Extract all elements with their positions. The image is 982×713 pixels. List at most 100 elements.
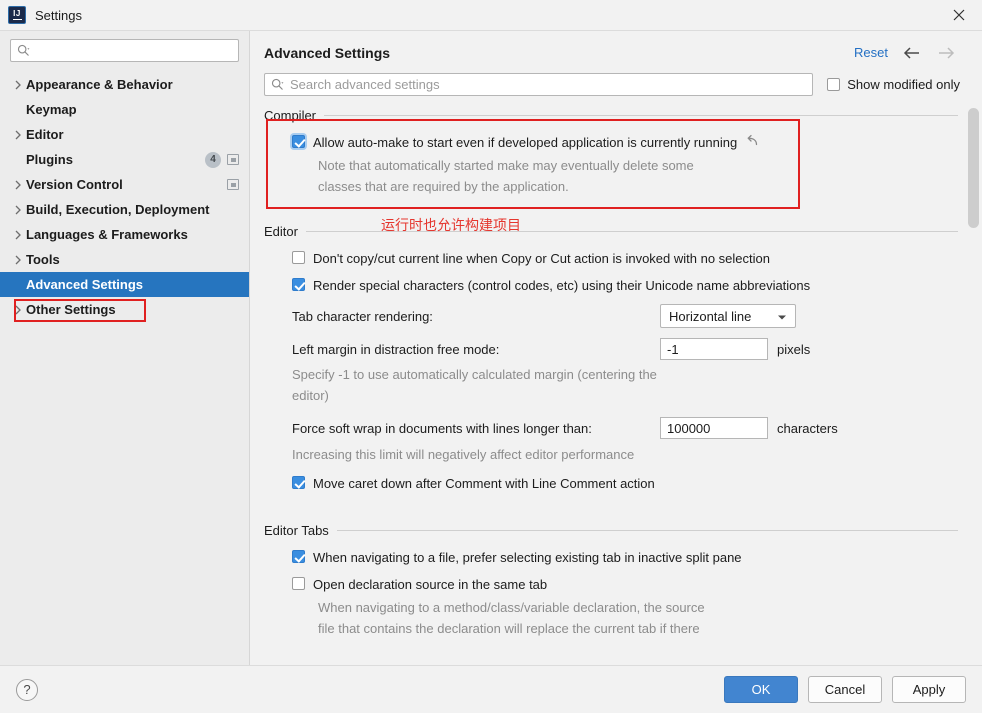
title-bar: IJ Settings <box>0 0 982 31</box>
reset-link[interactable]: Reset <box>854 45 888 60</box>
sidebar-item-languages-frameworks[interactable]: Languages & Frameworks <box>0 222 249 247</box>
chevron-right-icon <box>10 205 26 215</box>
scrollbar-thumb[interactable] <box>968 108 979 228</box>
option-label: Don't copy/cut current line when Copy or… <box>313 251 770 266</box>
sidebar-item-advanced-settings[interactable]: Advanced Settings <box>0 272 249 297</box>
sidebar-item-label: Version Control <box>26 177 123 192</box>
section-title: Editor Tabs <box>264 523 329 538</box>
search-input[interactable]: Search advanced settings <box>264 73 814 96</box>
section-header-compiler: Compiler <box>264 108 958 123</box>
left-margin-input[interactable]: -1 <box>660 338 768 360</box>
sidebar-item-build-execution-deployment[interactable]: Build, Execution, Deployment <box>0 197 249 222</box>
field-left-margin-distraction-free: Left margin in distraction free mode: -1… <box>264 333 958 365</box>
open-declaration-hint-line1: When navigating to a method/class/variab… <box>318 600 705 615</box>
field-control: Horizontal line <box>660 304 796 328</box>
sidebar-item-label: Keymap <box>26 102 77 117</box>
revert-icon[interactable] <box>745 134 759 147</box>
main-header: Advanced Settings Reset <box>250 31 982 61</box>
project-scope-icon <box>227 154 239 165</box>
help-button[interactable]: ? <box>16 678 38 701</box>
left-margin-hint-line2: editor) <box>292 388 329 403</box>
field-force-soft-wrap: Force soft wrap in documents with lines … <box>264 411 958 445</box>
search-placeholder: Search advanced settings <box>290 77 440 92</box>
dialog-footer: ? OK Cancel Apply <box>0 665 982 713</box>
section-editor-tabs: Editor Tabs When navigating to a file, p… <box>264 523 958 640</box>
option-move-caret-down[interactable]: Move caret down after Comment with Line … <box>264 466 958 497</box>
option-open-declaration-same-tab[interactable]: Open declaration source in the same tab <box>264 571 958 598</box>
option-label: Open declaration source in the same tab <box>313 577 548 592</box>
sidebar-item-tools[interactable]: Tools <box>0 247 249 272</box>
field-unit: characters <box>777 420 838 436</box>
search-icon <box>271 78 284 91</box>
sidebar-item-plugins[interactable]: Plugins 4 <box>0 147 249 172</box>
settings-sidebar: Appearance & Behavior Keymap Editor Plug… <box>0 31 250 665</box>
tab-rendering-select[interactable]: Horizontal line <box>660 304 796 328</box>
project-scope-icon <box>227 179 239 190</box>
section-compiler: Compiler Allow auto-make to start even i… <box>264 108 958 234</box>
sidebar-search-input[interactable] <box>10 39 239 62</box>
option-label: Render special characters (control codes… <box>313 278 811 293</box>
checkbox-box <box>292 278 305 291</box>
advanced-search-row: Search advanced settings Show modified o… <box>264 73 968 96</box>
section-title: Compiler <box>264 108 317 123</box>
select-value: Horizontal line <box>669 308 752 324</box>
sidebar-item-other-settings[interactable]: Other Settings <box>0 297 249 322</box>
field-tab-character-rendering: Tab character rendering: Horizontal line <box>264 299 958 333</box>
input-value: -1 <box>667 341 679 357</box>
close-icon[interactable] <box>936 0 982 30</box>
sidebar-item-label: Advanced Settings <box>26 277 144 292</box>
header-actions: Reset <box>854 45 964 60</box>
field-label: Force soft wrap in documents with lines … <box>292 420 592 436</box>
search-icon <box>17 44 30 57</box>
annotation-text: 运行时也允许构建项目 <box>381 218 521 234</box>
sidebar-item-label: Tools <box>26 252 60 267</box>
sidebar-item-appearance-behavior[interactable]: Appearance & Behavior <box>0 72 249 97</box>
sidebar-item-label: Other Settings <box>26 302 116 317</box>
sidebar-item-editor[interactable]: Editor <box>0 122 249 147</box>
soft-wrap-hint: Increasing this limit will negatively af… <box>292 447 635 462</box>
sidebar-item-label: Languages & Frameworks <box>26 227 188 242</box>
chevron-right-icon <box>10 305 26 315</box>
option-render-special-characters[interactable]: Render special characters (control codes… <box>264 272 958 299</box>
field-control: 100000 characters <box>660 417 838 439</box>
window-title: Settings <box>35 7 82 23</box>
option-hint-line2: classes that are required by the applica… <box>318 179 569 194</box>
section-divider <box>336 530 958 531</box>
option-allow-auto-make[interactable]: Allow auto-make to start even if develop… <box>264 129 958 156</box>
checkbox-box <box>827 78 841 91</box>
field-control: -1 pixels <box>660 338 810 360</box>
settings-scroll-area: Compiler Allow auto-make to start even i… <box>250 108 982 665</box>
arrow-right-icon <box>936 46 956 60</box>
section-header-editor-tabs: Editor Tabs <box>264 523 958 538</box>
intellij-idea-logo-icon: IJ <box>9 7 25 23</box>
sidebar-item-keymap[interactable]: Keymap <box>0 97 249 122</box>
option-hint-line1: Note that automatically started make may… <box>318 158 694 173</box>
chevron-right-icon <box>10 130 26 140</box>
field-label: Tab character rendering: <box>292 308 433 324</box>
soft-wrap-input[interactable]: 100000 <box>660 417 768 439</box>
sidebar-item-label: Build, Execution, Deployment <box>26 202 210 217</box>
section-divider <box>324 115 958 116</box>
sidebar-item-label: Appearance & Behavior <box>26 77 173 92</box>
option-prefer-existing-tab[interactable]: When navigating to a file, prefer select… <box>264 544 958 571</box>
section-editor: Editor Don't copy/cut current line when … <box>264 224 958 497</box>
show-modified-only-checkbox[interactable]: Show modified only <box>827 77 960 92</box>
checkbox-box <box>292 135 305 148</box>
section-title: Editor <box>264 224 298 239</box>
settings-content: Compiler Allow auto-make to start even i… <box>264 108 982 640</box>
chevron-down-icon <box>777 309 787 324</box>
vertical-scrollbar[interactable] <box>968 108 979 665</box>
sidebar-item-version-control[interactable]: Version Control <box>0 172 249 197</box>
arrow-left-icon[interactable] <box>902 46 922 60</box>
option-label: Allow auto-make to start even if develop… <box>313 135 738 150</box>
cancel-button[interactable]: Cancel <box>808 676 882 703</box>
ok-button[interactable]: OK <box>724 676 798 703</box>
sidebar-item-label: Plugins <box>26 152 73 167</box>
plugins-update-badge: 4 <box>205 151 221 168</box>
option-dont-copy-cut-current-line[interactable]: Don't copy/cut current line when Copy or… <box>264 245 958 272</box>
checkbox-box <box>292 476 305 489</box>
apply-button[interactable]: Apply <box>892 676 966 703</box>
sidebar-item-label: Editor <box>26 127 64 142</box>
input-value: 100000 <box>667 420 711 436</box>
option-label: Move caret down after Comment with Line … <box>313 476 655 491</box>
